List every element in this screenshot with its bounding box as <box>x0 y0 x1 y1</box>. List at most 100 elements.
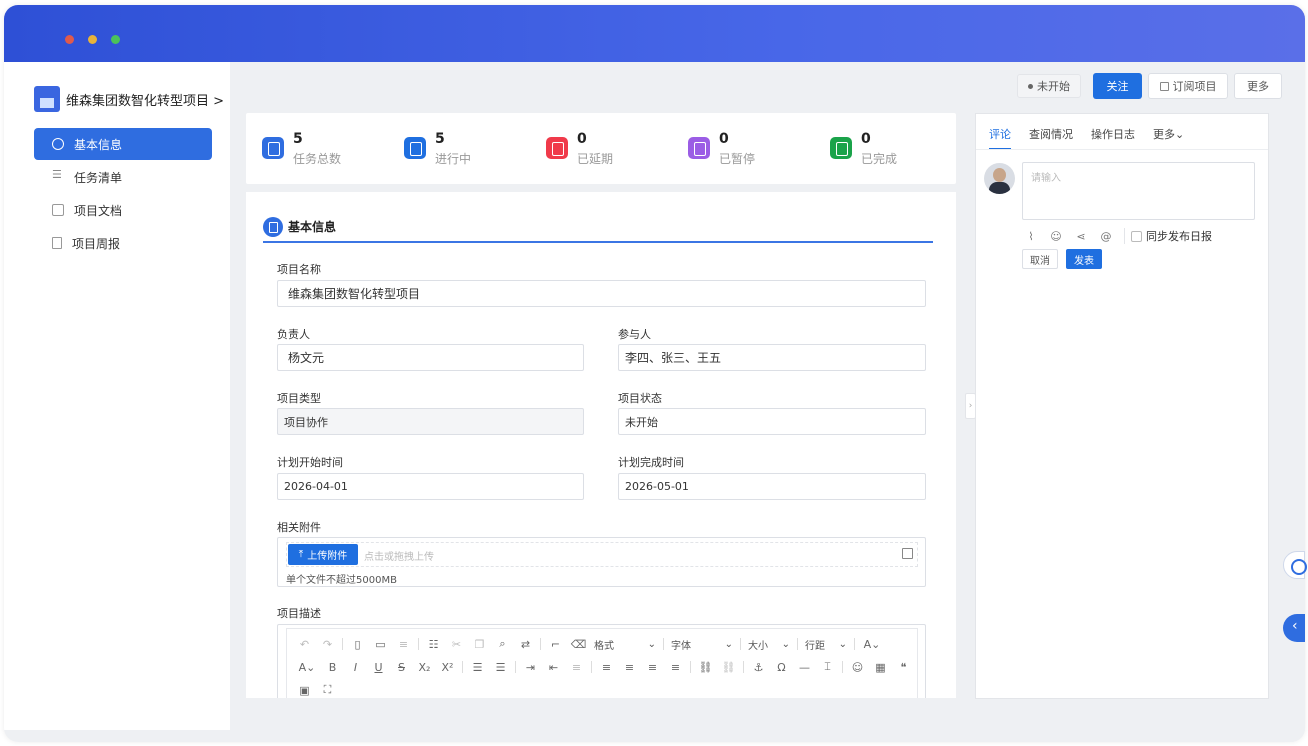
end-date-input[interactable]: 2026-05-01 <box>618 473 926 500</box>
chevron-down-icon: ⌄ <box>781 638 790 650</box>
project-status-select[interactable]: 未开始 <box>618 408 926 435</box>
chevron-down-icon: ⌄ <box>647 638 656 650</box>
emoji-icon[interactable]: ☺ <box>1049 230 1063 243</box>
font-select[interactable]: 字体 ⌄ <box>667 634 737 654</box>
align-left-icon[interactable]: ≡ <box>595 657 618 677</box>
upload-button[interactable]: ⤒ 上传附件 <box>288 544 358 565</box>
divider <box>797 638 798 650</box>
project-header[interactable]: 维森集团数智化转型项目 > <box>34 86 224 112</box>
subscribe-button[interactable]: 订阅项目 <box>1148 73 1228 99</box>
maximize-window-button[interactable] <box>111 35 120 44</box>
tab-more[interactable]: 更多⌄ <box>1153 126 1184 150</box>
strikethrough-icon[interactable]: S <box>390 657 413 677</box>
tab-operation-log[interactable]: 操作日志 <box>1091 126 1135 150</box>
format-select[interactable]: 格式 ⌄ <box>590 634 660 654</box>
code-icon[interactable]: ▭ <box>369 634 392 654</box>
indent-increase-icon[interactable]: ⇥ <box>519 657 542 677</box>
toolbar-row-3: ▣ ⛶ <box>293 680 339 698</box>
fullscreen-icon[interactable]: ⛶ <box>316 680 339 698</box>
link-icon[interactable]: ⛓ <box>694 657 717 677</box>
subscript-icon[interactable]: X₂ <box>413 657 436 677</box>
redo-icon[interactable]: ↷ <box>316 634 339 654</box>
main-area: 未开始 关注 订阅项目 更多 5 任务总数 5 进行中 0 已延期 0 已暂停 … <box>230 70 1305 742</box>
sync-checkbox[interactable] <box>1131 230 1142 242</box>
participants-input[interactable]: 李四、张三、王五 <box>618 344 926 371</box>
start-date-input[interactable]: 2026-04-01 <box>277 473 584 500</box>
eraser-icon[interactable]: ⌫ <box>567 634 590 654</box>
sidebar-item-weekly-report[interactable]: 项目周报 <box>34 227 212 259</box>
anchor-icon[interactable]: ⚓ <box>747 657 770 677</box>
follow-button[interactable]: 关注 <box>1093 73 1142 99</box>
pause-doc-icon <box>688 137 710 159</box>
owner-input[interactable]: 杨文元 <box>277 344 584 371</box>
align-right-icon[interactable]: ≡ <box>641 657 664 677</box>
indent-decrease-icon[interactable]: ⇤ <box>542 657 565 677</box>
dropzone[interactable]: ⤒ 上传附件 点击或拖拽上传 <box>286 542 918 567</box>
cut-icon[interactable]: ✂ <box>445 634 468 654</box>
editor-toolbar: ↶ ↷ ▯ ▭ ≡ ☷ ✂ ❐ ⌕ ⇄ ⌐ ⌫ 格式 ⌄ 字体 ⌄ 大小 ⌄ 行… <box>286 628 918 698</box>
search-icon[interactable]: ⌕ <box>491 634 514 654</box>
block-indent-icon[interactable]: ≡ <box>565 657 588 677</box>
start-date-label: 计划开始时间 <box>277 456 343 469</box>
minimize-window-button[interactable] <box>88 35 97 44</box>
divider <box>743 661 744 673</box>
unlink-icon[interactable]: ⛓ <box>717 657 740 677</box>
calendar-icon <box>546 137 568 159</box>
emoji-icon[interactable]: ☺ <box>846 657 869 677</box>
tab-read-status[interactable]: 查阅情况 <box>1029 126 1073 150</box>
bullet-list-icon[interactable]: ☰ <box>489 657 512 677</box>
cancel-button[interactable]: 取消 <box>1022 249 1058 269</box>
image-icon[interactable]: ▣ <box>293 680 316 698</box>
line-height-select[interactable]: 行距 ⌄ <box>801 634 851 654</box>
tab-comments[interactable]: 评论 <box>989 126 1011 150</box>
stat-label: 进行中 <box>435 152 472 166</box>
sync-daily-report-option[interactable]: 同步发布日报 <box>1124 228 1212 244</box>
sidebar-nav: 基本信息 任务清单 项目文档 项目周报 <box>34 128 212 260</box>
floating-expand-button[interactable] <box>1283 614 1305 642</box>
comment-panel: 评论 查阅情况 操作日志 更多⌄ 请输入 ⌇ ☺ ⋖ @ 同步发布日报 取消 发… <box>975 113 1269 699</box>
horizontal-rule-icon[interactable]: — <box>793 657 816 677</box>
top-toolbar: 未开始 关注 订阅项目 更多 <box>230 70 1305 104</box>
project-name-input[interactable]: 维森集团数智化转型项目 <box>277 280 926 307</box>
post-button[interactable]: 发表 <box>1066 249 1102 269</box>
copy-icon[interactable] <box>902 548 913 559</box>
sidebar-item-task-list[interactable]: 任务清单 <box>34 161 212 193</box>
format-painter-icon[interactable]: ⌐ <box>544 634 567 654</box>
section-title: 基本信息 <box>288 220 337 234</box>
indent-icon[interactable]: ≡ <box>392 634 415 654</box>
background-color-icon[interactable]: A⌄ <box>293 657 321 677</box>
attachment-icon[interactable]: ⌇ <box>1024 230 1038 243</box>
copy-format-icon[interactable]: ❐ <box>468 634 491 654</box>
size-select[interactable]: 大小 ⌄ <box>744 634 794 654</box>
superscript-icon[interactable]: X² <box>436 657 459 677</box>
replace-icon[interactable]: ⇄ <box>514 634 537 654</box>
upload-button-label: 上传附件 <box>307 551 348 562</box>
sidebar-item-basic-info[interactable]: 基本信息 <box>34 128 212 160</box>
font-color-icon[interactable]: A⌄ <box>858 634 886 654</box>
more-button[interactable]: 更多 <box>1234 73 1282 99</box>
undo-icon[interactable]: ↶ <box>293 634 316 654</box>
mention-icon[interactable]: @ <box>1099 230 1113 243</box>
close-window-button[interactable] <box>65 35 74 44</box>
quote-icon[interactable]: ❝ <box>892 657 915 677</box>
project-title: 维森集团数智化转型项目 > <box>66 93 225 109</box>
align-center-icon[interactable]: ≡ <box>618 657 641 677</box>
share-icon[interactable]: ⋖ <box>1074 230 1088 243</box>
special-char-icon[interactable]: Ω <box>770 657 793 677</box>
bottom-bar <box>4 730 1305 742</box>
bold-icon[interactable]: B <box>321 657 344 677</box>
floating-assistant-button[interactable] <box>1283 551 1307 579</box>
chevron-down-icon: ⌄ <box>1175 128 1185 141</box>
toolbar-row-2: A⌄ B I U S X₂ X² ☰ ☰ ⇥ ⇤ ≡ ≡ ≡ ≡ ≡ ⛓ ⛓ ⚓… <box>293 657 915 677</box>
select-all-icon[interactable]: ☷ <box>422 634 445 654</box>
underline-icon[interactable]: U <box>367 657 390 677</box>
sidebar-item-label: 项目周报 <box>72 236 121 251</box>
comment-input[interactable]: 请输入 <box>1022 162 1255 220</box>
table-icon[interactable]: ▦ <box>869 657 892 677</box>
italic-icon[interactable]: I <box>344 657 367 677</box>
new-doc-icon[interactable]: ▯ <box>346 634 369 654</box>
page-break-icon[interactable]: ⌶ <box>816 657 839 677</box>
align-justify-icon[interactable]: ≡ <box>664 657 687 677</box>
sidebar-item-documents[interactable]: 项目文档 <box>34 194 212 226</box>
ordered-list-icon[interactable]: ☰ <box>466 657 489 677</box>
